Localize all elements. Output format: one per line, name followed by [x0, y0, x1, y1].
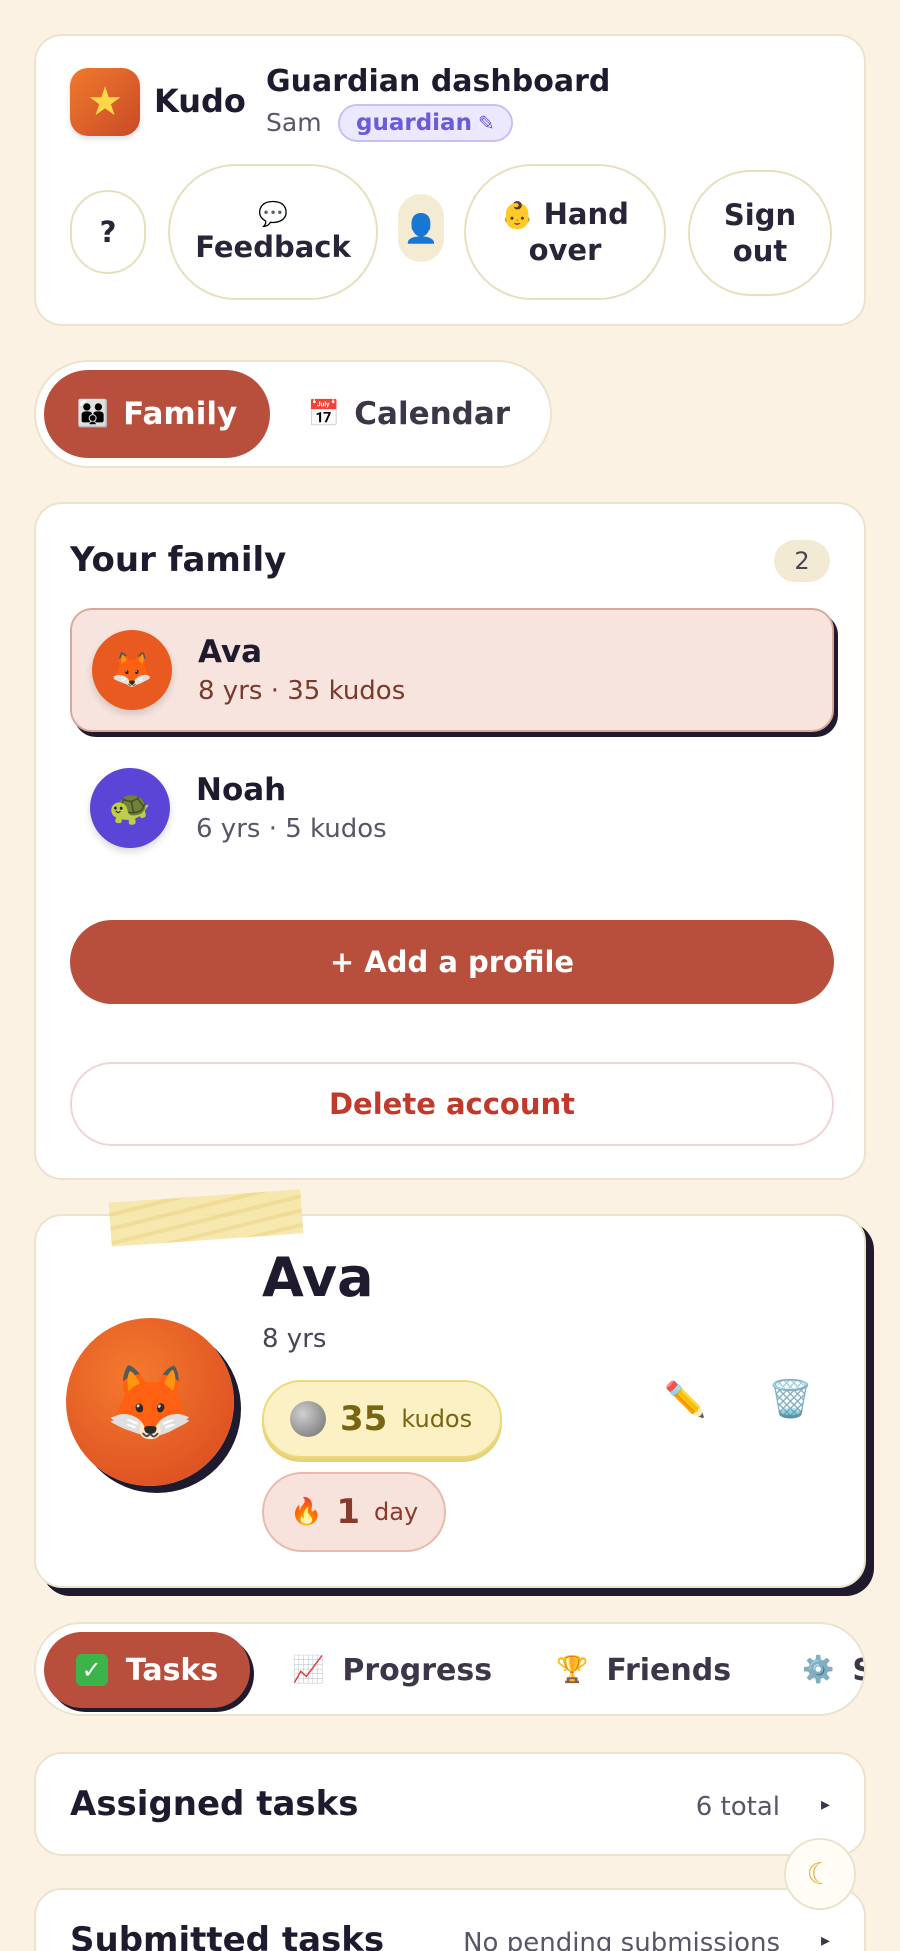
header-card: ★ Kudo Guardian dashboard Sam guardian ✎… — [34, 34, 866, 326]
coin-icon — [290, 1401, 326, 1437]
star-icon: ★ — [87, 79, 123, 125]
turtle-icon: 🐢 — [108, 788, 152, 828]
member-avatar: 🦊 — [92, 630, 172, 710]
streak-value: 1 — [336, 1492, 361, 1532]
user-avatar-icon: 👤 — [403, 211, 439, 245]
family-count-badge: 2 — [774, 540, 830, 582]
help-button[interactable]: ? — [70, 190, 146, 274]
check-icon: ✓ — [75, 1654, 108, 1686]
family-icon: 👪 — [76, 399, 110, 429]
chart-icon: 📈 — [292, 1655, 325, 1685]
pencil-icon: ✎ — [477, 111, 495, 135]
member-avatar: 🐢 — [90, 768, 170, 848]
tab-tasks-label: Tasks — [125, 1652, 219, 1688]
user-name: Sam — [266, 108, 322, 137]
delete-account-button[interactable]: Delete account — [70, 1062, 834, 1146]
member-meta: 8 yrs · 35 kudos — [198, 676, 406, 706]
chevron-right-icon: ▸ — [820, 1794, 830, 1815]
tab-tasks[interactable]: ✓ Tasks — [44, 1632, 250, 1708]
tab-friends[interactable]: 🏆 Friends — [538, 1632, 749, 1708]
fox-icon: 🦊 — [110, 650, 154, 690]
member-meta: 6 yrs · 5 kudos — [196, 814, 387, 844]
chevron-right-icon: ▸ — [820, 1930, 830, 1951]
feedback-button[interactable]: 💬 Feedback — [168, 164, 378, 300]
add-profile-button[interactable]: + Add a profile — [70, 920, 834, 1004]
hand-over-label: Hand over — [528, 196, 629, 268]
tab-settings-label: S — [852, 1653, 864, 1688]
child-icon: 👶 — [501, 200, 534, 231]
fox-icon: 🦊 — [105, 1359, 195, 1444]
role-badge-label: guardian — [356, 110, 472, 136]
tab-calendar-label: Calendar — [354, 396, 511, 432]
app-name: Kudo — [154, 82, 246, 120]
streak-badge: 🔥 1 day — [262, 1472, 447, 1552]
tab-friends-label: Friends — [606, 1652, 732, 1688]
hand-over-button[interactable]: 👶 Hand over — [464, 164, 666, 300]
fire-icon: 🔥 — [290, 1497, 323, 1527]
section-title: Submitted tasks — [70, 1920, 385, 1951]
tab-progress-label: Progress — [342, 1652, 493, 1688]
help-label: ? — [99, 214, 117, 249]
avatar[interactable]: 👤 — [398, 194, 444, 262]
family-card: Your family 2 🦊 Ava 8 yrs · 35 kudos 🐢 N… — [34, 502, 866, 1180]
calendar-icon: 📅 — [307, 399, 341, 429]
trash-icon[interactable]: 🗑️ — [768, 1378, 813, 1420]
theme-toggle-button[interactable]: ☾ — [784, 1838, 856, 1910]
profile-sub-tabs: ✓ Tasks 📈 Progress 🏆 Friends ⚙️ S — [34, 1622, 866, 1716]
profile-card: 🦊 Ava 8 yrs 35 kudos 🔥 1 day ✏️ 🗑️ — [34, 1214, 866, 1588]
member-name: Noah — [196, 772, 287, 808]
section-meta: No pending submissions — [463, 1928, 780, 1951]
tab-settings[interactable]: ⚙️ S — [784, 1632, 864, 1708]
streak-unit: day — [374, 1498, 419, 1526]
sign-out-button[interactable]: Sign out — [688, 170, 832, 296]
logo-star-icon: ★ — [70, 68, 140, 136]
family-member-ava[interactable]: 🦊 Ava 8 yrs · 35 kudos — [70, 608, 834, 732]
submitted-tasks-section[interactable]: Submitted tasks No pending submissions ▸ — [34, 1888, 866, 1951]
family-title: Your family — [70, 540, 287, 580]
member-name: Ava — [198, 634, 263, 670]
main-tabs: 👪 Family 📅 Calendar — [34, 360, 552, 468]
assigned-tasks-section[interactable]: Assigned tasks 6 total ▸ — [34, 1752, 866, 1856]
family-member-noah[interactable]: 🐢 Noah 6 yrs · 5 kudos — [70, 746, 834, 870]
page-title: Guardian dashboard — [266, 64, 611, 99]
tab-family-label: Family — [123, 396, 238, 432]
sign-out-label: Sign out — [723, 197, 797, 268]
section-title: Assigned tasks — [70, 1784, 359, 1824]
role-badge[interactable]: guardian ✎ — [338, 104, 513, 142]
kudos-unit: kudos — [401, 1405, 473, 1433]
trophy-icon: 🏆 — [556, 1655, 589, 1685]
feedback-label: Feedback — [195, 229, 351, 264]
gear-icon: ⚙️ — [802, 1655, 835, 1685]
tab-calendar[interactable]: 📅 Calendar — [284, 370, 534, 458]
edit-pencil-icon[interactable]: ✏️ — [664, 1380, 706, 1420]
profile-name: Ava — [262, 1246, 374, 1309]
speech-bubble-icon: 💬 — [258, 199, 288, 228]
kudos-badge: 35 kudos — [262, 1380, 503, 1458]
check-glyph: ✓ — [81, 1656, 102, 1684]
tab-family[interactable]: 👪 Family — [44, 370, 270, 458]
profile-avatar: 🦊 — [66, 1318, 234, 1486]
profile-age: 8 yrs — [262, 1324, 327, 1354]
kudos-value: 35 — [340, 1399, 388, 1439]
section-meta: 6 total — [695, 1792, 780, 1822]
moon-icon: ☾ — [806, 1856, 834, 1892]
tab-progress[interactable]: 📈 Progress — [274, 1632, 510, 1708]
